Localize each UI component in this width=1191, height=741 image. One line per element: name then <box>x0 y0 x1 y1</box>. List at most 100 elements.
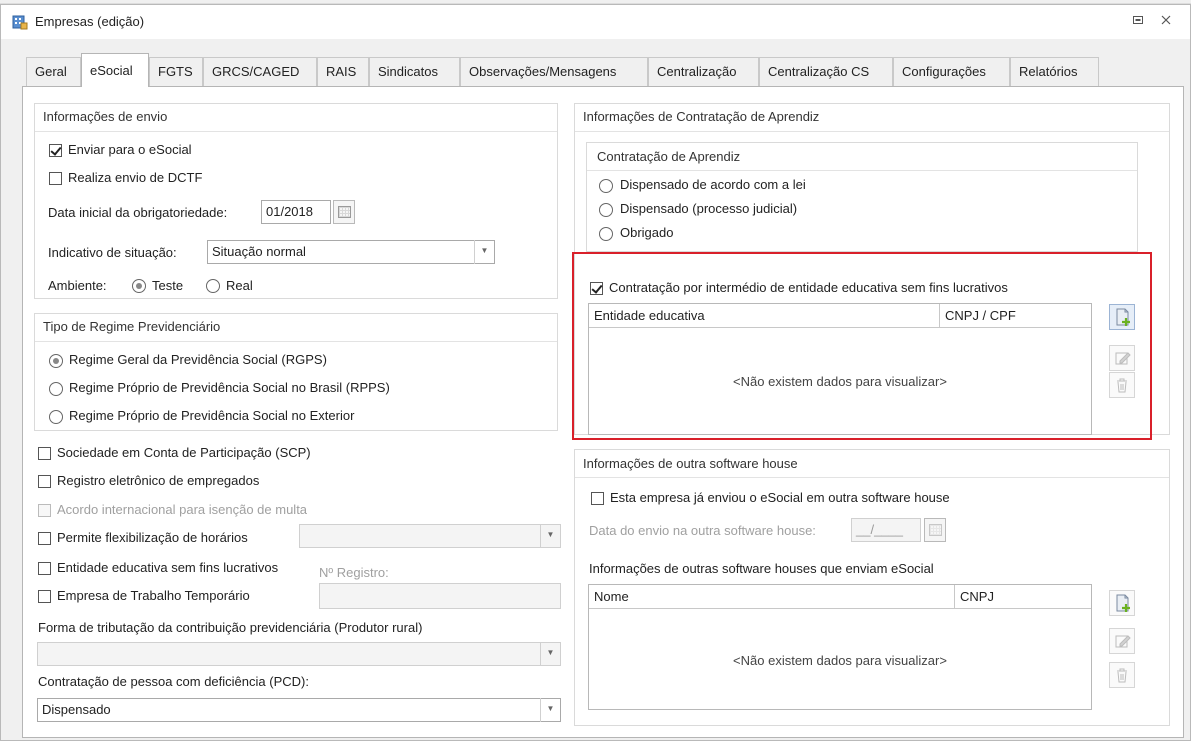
flexibilizacao-checkbox[interactable] <box>38 532 51 545</box>
intermedio-entidade-label: Contratação por intermédio de entidade e… <box>609 280 1008 295</box>
registro-eletronico-label: Registro eletrônico de empregados <box>57 473 260 488</box>
delete-entry-icon[interactable] <box>1109 662 1135 688</box>
software-house-title: Informações de outra software house <box>583 456 798 471</box>
pcd-label: Contratação de pessoa com deficiência (P… <box>38 674 309 689</box>
aprendiz-obrigado-radio[interactable] <box>599 227 613 241</box>
trabalho-temporario-label: Empresa de Trabalho Temporário <box>57 588 250 603</box>
esocial-tab-panel: Informações de envio Enviar para o eSoci… <box>22 86 1184 738</box>
aprendiz-dispensado-lei-radio[interactable] <box>599 179 613 193</box>
tab-relatorios[interactable]: Relatórios <box>1010 57 1099 86</box>
edit-entry-icon[interactable] <box>1109 345 1135 371</box>
contratacao-aprendiz-title: Contratação de Aprendiz <box>597 149 741 164</box>
regime-rgps-radio[interactable] <box>49 354 63 368</box>
data-inicial-label: Data inicial da obrigatoriedade: <box>48 205 228 220</box>
edit-entry-icon[interactable] <box>1109 628 1135 654</box>
indicativo-select[interactable]: Situação normal <box>207 240 495 264</box>
tab-configuracoes[interactable]: Configurações <box>893 57 1010 86</box>
forma-tributacao-label: Forma de tributação da contribuição prev… <box>38 620 423 635</box>
aprendiz-dispensado-judicial-radio[interactable] <box>599 203 613 217</box>
grid-empty-message: <Não existem dados para visualizar> <box>733 374 947 389</box>
intermedio-entidade-checkbox[interactable] <box>590 282 603 295</box>
tab-observacoes[interactable]: Observações/Mensagens <box>460 57 648 86</box>
tab-geral[interactable]: Geral <box>26 57 81 86</box>
regime-rpps-radio[interactable] <box>49 382 63 396</box>
chevron-down-icon[interactable]: ▼ <box>474 240 494 264</box>
calendar-icon[interactable] <box>333 200 355 224</box>
col-cnpj-cpf[interactable]: CNPJ / CPF <box>939 304 1091 328</box>
entidade-educativa-checkbox[interactable] <box>38 562 51 575</box>
registro-eletronico-checkbox[interactable] <box>38 475 51 488</box>
grid-header: Entidade educativa CNPJ / CPF <box>589 304 1091 328</box>
divider <box>35 341 557 342</box>
chevron-down-icon[interactable]: ▼ <box>540 524 560 548</box>
scp-checkbox[interactable] <box>38 447 51 460</box>
ambiente-real-label: Real <box>226 278 253 293</box>
regime-group-title: Tipo de Regime Previdenciário <box>43 319 221 334</box>
ja-enviou-checkbox[interactable] <box>591 492 604 505</box>
ambiente-real-radio[interactable] <box>206 279 220 293</box>
envio-group: Informações de envio Enviar para o eSoci… <box>34 103 558 299</box>
enviar-esocial-checkbox[interactable] <box>49 144 62 157</box>
company-icon <box>12 15 28 30</box>
ja-enviou-label: Esta empresa já enviou o eSocial em outr… <box>610 490 950 505</box>
grid-empty-message: <Não existem dados para visualizar> <box>733 653 947 668</box>
chevron-down-icon[interactable]: ▼ <box>540 642 560 666</box>
empresas-window: Empresas (edição) Geral eSocial FGTS GRC… <box>0 4 1191 741</box>
software-house-group: Informações de outra software house Esta… <box>574 449 1170 726</box>
enviar-esocial-label: Enviar para o eSocial <box>68 142 192 157</box>
col-entidade-educativa[interactable]: Entidade educativa <box>589 304 939 328</box>
chevron-down-icon[interactable]: ▼ <box>540 698 560 722</box>
divider <box>587 170 1137 171</box>
add-entry-icon[interactable] <box>1109 590 1135 616</box>
scp-label: Sociedade em Conta de Participação (SCP) <box>57 445 311 460</box>
tab-centralizacao-cs[interactable]: Centralização CS <box>759 57 893 86</box>
regime-exterior-radio[interactable] <box>49 410 63 424</box>
indicativo-label: Indicativo de situação: <box>48 245 177 260</box>
envio-group-title: Informações de envio <box>43 109 168 124</box>
ambiente-teste-radio[interactable] <box>132 279 146 293</box>
col-cnpj[interactable]: CNPJ <box>954 585 1091 609</box>
pcd-select[interactable]: Dispensado <box>37 698 561 722</box>
data-inicial-input[interactable]: 01/2018 <box>261 200 331 224</box>
regime-rgps-label: Regime Geral da Previdência Social (RGPS… <box>69 352 327 367</box>
tab-centralizacao[interactable]: Centralização <box>648 57 759 86</box>
tab-esocial[interactable]: eSocial <box>81 53 149 87</box>
realiza-dctf-checkbox[interactable] <box>49 172 62 185</box>
col-nome[interactable]: Nome <box>589 585 954 609</box>
add-entry-icon[interactable] <box>1109 304 1135 330</box>
tab-rais[interactable]: RAIS <box>317 57 369 86</box>
entidade-educativa-grid[interactable]: Entidade educativa CNPJ / CPF <Não exist… <box>588 303 1092 435</box>
aprendiz-group: Informações de Contratação de Aprendiz C… <box>574 103 1170 435</box>
grid-header: Nome CNPJ <box>589 585 1091 609</box>
flexibilizacao-select[interactable] <box>299 524 561 548</box>
aprendiz-obrigado-label: Obrigado <box>620 225 674 240</box>
entidade-educativa-label: Entidade educativa sem fins lucrativos <box>57 560 279 575</box>
divider <box>575 477 1169 478</box>
n-registro-label: Nº Registro: <box>319 565 389 580</box>
forma-tributacao-select[interactable] <box>37 642 561 666</box>
ambiente-teste-label: Teste <box>152 278 184 293</box>
outras-software-houses-grid[interactable]: Nome CNPJ <Não existem dados para visual… <box>588 584 1092 710</box>
n-registro-input[interactable] <box>319 583 561 609</box>
tab-sindicatos[interactable]: Sindicatos <box>369 57 460 86</box>
close-icon[interactable] <box>1157 13 1175 31</box>
delete-entry-icon[interactable] <box>1109 372 1135 398</box>
ambiente-label: Ambiente: <box>48 278 107 293</box>
tab-grcs-caged[interactable]: GRCS/CAGED <box>203 57 317 86</box>
acordo-internacional-label: Acordo internacional para isenção de mul… <box>57 502 308 517</box>
data-envio-input[interactable]: __/____ <box>851 518 921 542</box>
regime-exterior-label: Regime Próprio de Previdência Social no … <box>69 408 355 423</box>
aprendiz-dispensado-judicial-label: Dispensado (processo judicial) <box>620 201 798 216</box>
contratacao-aprendiz-subgroup: Contratação de Aprendiz Dispensado de ac… <box>586 142 1138 252</box>
calendar-icon[interactable] <box>924 518 946 542</box>
tab-fgts[interactable]: FGTS <box>149 57 203 86</box>
regime-group: Tipo de Regime Previdenciário Regime Ger… <box>34 313 558 431</box>
aprendiz-dispensado-lei-label: Dispensado de acordo com a lei <box>620 177 806 192</box>
divider <box>575 131 1169 132</box>
flexibilizacao-label: Permite flexibilização de horários <box>57 530 248 545</box>
aprendiz-group-title: Informações de Contratação de Aprendiz <box>583 109 820 124</box>
realiza-dctf-label: Realiza envio de DCTF <box>68 170 203 185</box>
acordo-internacional-checkbox[interactable] <box>38 504 51 517</box>
restore-icon[interactable] <box>1129 13 1147 31</box>
trabalho-temporario-checkbox[interactable] <box>38 590 51 603</box>
